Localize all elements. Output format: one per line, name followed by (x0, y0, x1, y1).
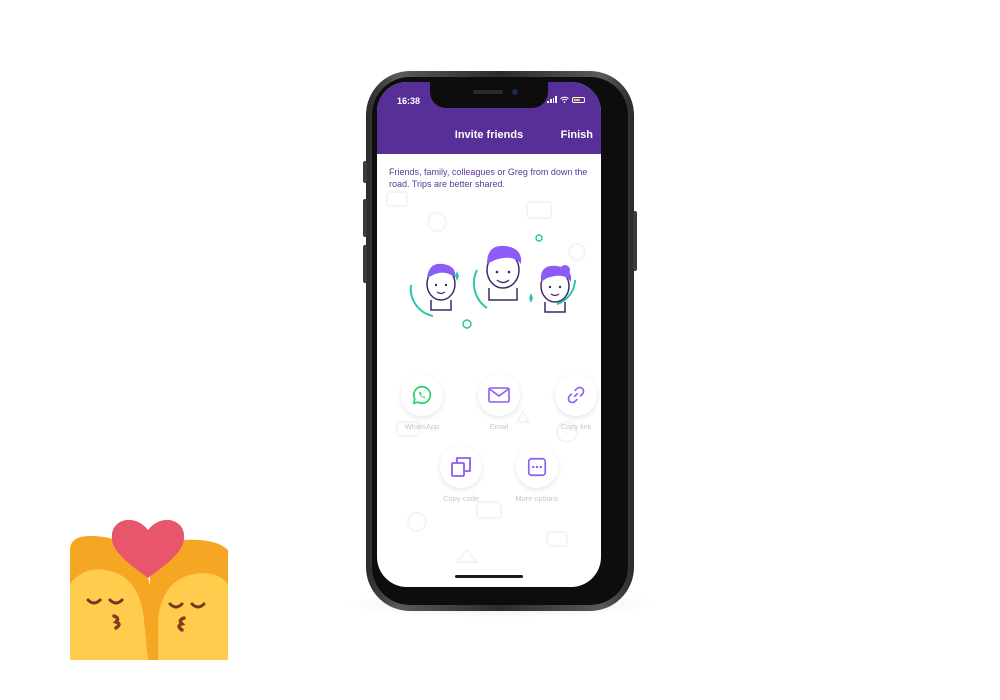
phone-notch (430, 82, 548, 108)
share-copy-code[interactable]: Copy code (429, 446, 493, 503)
email-button[interactable] (478, 374, 520, 416)
copy-icon (451, 457, 471, 477)
kissing-couple-icon (70, 519, 228, 660)
copy-code-button[interactable] (440, 446, 482, 488)
status-icons (547, 96, 585, 103)
phone-frame: 16:38 Invite friends Finish WhatsApp Ema… (363, 71, 637, 611)
phone-screen: 16:38 Invite friends Finish WhatsApp Ema… (377, 82, 601, 587)
share-email[interactable]: Email (467, 374, 531, 431)
email-icon (488, 387, 510, 403)
home-indicator[interactable] (455, 575, 523, 578)
status-time: 16:38 (397, 96, 421, 106)
wifi-icon (560, 96, 569, 103)
share-copy-link[interactable]: Copy link (544, 374, 601, 431)
share-whatsapp[interactable]: WhatsApp (390, 374, 454, 431)
link-icon (567, 386, 585, 404)
mute-switch (363, 161, 367, 183)
friends-illustration (409, 234, 576, 329)
front-camera (512, 89, 518, 95)
copy-link-button[interactable] (555, 374, 597, 416)
power-button (633, 211, 637, 271)
volume-up-button (363, 199, 367, 237)
share-more-options[interactable]: More options (505, 446, 569, 503)
invite-description: Friends, family, colleagues or Greg from… (389, 167, 588, 189)
whatsapp-icon (412, 385, 432, 405)
share-label: WhatsApp (404, 422, 440, 431)
share-label: Email (489, 422, 509, 431)
share-label: Copy code (443, 494, 479, 503)
more-icon (527, 457, 547, 477)
battery-icon (572, 96, 585, 103)
share-label: Copy link (560, 422, 592, 431)
signal-icon (547, 96, 557, 103)
finish-button[interactable]: Finish (561, 129, 593, 141)
more-options-button[interactable] (516, 446, 558, 488)
share-label: More options (515, 494, 559, 503)
speaker-grille (473, 90, 503, 94)
app-header: 16:38 Invite friends Finish (377, 82, 601, 154)
whatsapp-button[interactable] (401, 374, 443, 416)
volume-down-button (363, 245, 367, 283)
